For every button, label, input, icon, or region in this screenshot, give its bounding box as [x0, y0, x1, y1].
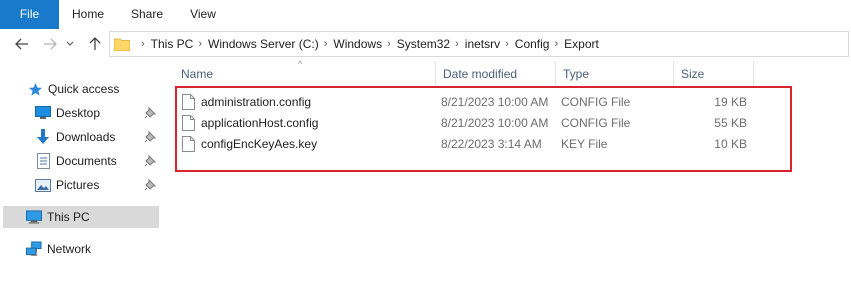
file-size: 10 KB: [714, 137, 747, 151]
sidebar-item-label: Pictures: [56, 178, 100, 192]
chevron-right-icon: ›: [198, 38, 203, 50]
desktop-icon: [35, 105, 51, 121]
file-row[interactable]: applicationHost.config 8/21/2023 10:00 A…: [178, 113, 788, 134]
file-type: CONFIG File: [561, 116, 631, 130]
breadcrumb-inetsrv[interactable]: inetsrv: [465, 37, 500, 51]
sidebar-item-label: Documents: [56, 154, 117, 168]
breadcrumb-windows[interactable]: Windows: [333, 37, 382, 51]
navigation-bar: › This PC › Windows Server (C:) › Window…: [0, 29, 851, 59]
sidebar-item-desktop[interactable]: Desktop: [35, 102, 156, 124]
file-row[interactable]: administration.config 8/21/2023 10:00 AM…: [178, 92, 788, 113]
back-button[interactable]: [12, 34, 32, 54]
pin-icon: [144, 107, 156, 119]
column-header-size[interactable]: Size: [674, 62, 754, 86]
navigation-pane: Quick access Desktop Downloads Documents…: [0, 59, 160, 304]
pin-icon: [144, 131, 156, 143]
file-date: 8/22/2023 3:14 AM: [441, 137, 542, 151]
file-type: KEY File: [561, 137, 608, 151]
up-arrow-icon: [89, 37, 101, 50]
sidebar-item-label: This PC: [47, 210, 90, 224]
sidebar-item-documents[interactable]: Documents: [35, 150, 156, 172]
pin-icon: [144, 179, 156, 191]
forward-arrow-icon: [44, 38, 57, 50]
chevron-right-icon: ›: [455, 38, 459, 50]
file-date: 8/21/2023 10:00 AM: [441, 116, 549, 130]
chevron-down-icon: [66, 41, 74, 46]
documents-icon: [35, 153, 51, 169]
chevron-right-icon: ›: [554, 38, 559, 50]
computer-icon: [26, 209, 42, 225]
sidebar-item-label: Downloads: [56, 130, 116, 144]
chevron-right-icon: ›: [387, 38, 391, 50]
file-icon: [182, 94, 195, 110]
sidebar-item-label: Desktop: [56, 106, 101, 120]
ribbon: File Home Share View: [0, 0, 851, 29]
file-name: configEncKeyAes.key: [201, 137, 318, 151]
up-button[interactable]: [85, 34, 105, 54]
breadcrumb-export[interactable]: Export: [564, 37, 599, 51]
sidebar-item-label: Quick access: [48, 82, 120, 96]
tab-file[interactable]: File: [0, 0, 59, 29]
breadcrumb-this-pc[interactable]: This PC: [151, 37, 194, 51]
file-size: 55 KB: [714, 116, 747, 130]
recent-locations-button[interactable]: [60, 34, 80, 54]
pictures-icon: [35, 177, 51, 193]
file-row[interactable]: configEncKeyAes.key 8/22/2023 3:14 AM KE…: [178, 134, 788, 155]
file-icon: [182, 115, 195, 131]
sidebar-item-network[interactable]: Network: [26, 238, 91, 260]
file-name: applicationHost.config: [201, 116, 319, 130]
forward-button[interactable]: [40, 34, 60, 54]
sidebar-item-quick-access[interactable]: Quick access: [27, 78, 119, 100]
chevron-right-icon: ›: [505, 38, 509, 50]
tab-share[interactable]: Share: [117, 0, 177, 29]
column-header-type[interactable]: Type: [556, 62, 674, 86]
pin-icon: [144, 155, 156, 167]
breadcrumb-config[interactable]: Config: [515, 37, 550, 51]
sidebar-item-pictures[interactable]: Pictures: [35, 174, 156, 196]
file-icon: [182, 136, 195, 152]
tab-home[interactable]: Home: [59, 0, 117, 29]
back-arrow-icon: [15, 38, 28, 50]
download-arrow-icon: [35, 129, 51, 145]
sidebar-item-label: Network: [47, 242, 92, 256]
breadcrumb-system32[interactable]: System32: [397, 37, 450, 51]
star-icon: [27, 81, 43, 97]
breadcrumb-windows-server[interactable]: Windows Server (C:): [208, 37, 319, 51]
sidebar-item-this-pc[interactable]: This PC: [26, 206, 90, 228]
chevron-right-icon: ›: [141, 38, 145, 50]
file-type: CONFIG File: [561, 95, 631, 109]
file-size: 19 KB: [714, 95, 747, 109]
folder-icon: [114, 38, 130, 51]
column-header-name[interactable]: Name: [174, 62, 436, 86]
file-date: 8/21/2023 10:00 AM: [441, 95, 549, 109]
address-bar[interactable]: › This PC › Windows Server (C:) › Window…: [109, 31, 849, 57]
column-header-date-modified[interactable]: Date modified: [436, 62, 556, 86]
tab-view[interactable]: View: [177, 0, 229, 29]
file-list: ^ Name Date modified Type Size administr…: [170, 59, 851, 304]
sidebar-item-downloads[interactable]: Downloads: [35, 126, 156, 148]
chevron-right-icon: ›: [323, 38, 328, 50]
network-icon: [26, 241, 42, 257]
file-name: administration.config: [201, 95, 312, 109]
